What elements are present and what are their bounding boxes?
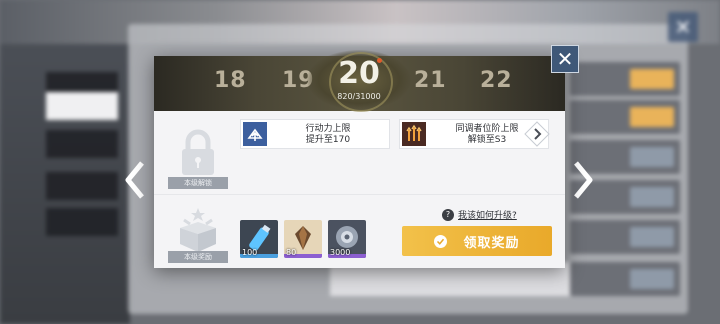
unlock-item-text: 行动力上限 提升至170 xyxy=(305,124,351,145)
check-icon xyxy=(434,234,448,248)
previous-level-arrow[interactable] xyxy=(124,160,146,200)
close-dialog-button[interactable]: ✕ xyxy=(551,45,579,73)
reward-item-chip[interactable]: 3000 xyxy=(328,220,366,258)
level-next-1: 21 xyxy=(414,68,447,93)
reward-item-energy[interactable]: 100 xyxy=(240,220,278,258)
current-level: 20 xyxy=(338,56,380,91)
reward-count: 3000 xyxy=(330,248,351,257)
background-menu-item xyxy=(46,92,118,120)
next-level-arrow[interactable] xyxy=(572,160,594,200)
current-level-emblem: 20 820/31000 xyxy=(307,50,411,112)
section-divider xyxy=(154,194,565,195)
unlock-section-label: 本级解锁 xyxy=(168,177,228,189)
background-card xyxy=(570,220,680,254)
background-card xyxy=(570,262,680,296)
background-menu-item xyxy=(46,172,118,200)
reward-count: 100 xyxy=(242,248,258,257)
current-level-exp: 820/31000 xyxy=(337,92,381,101)
background-card xyxy=(570,62,680,96)
how-to-level-up-text: 我该如何升级? xyxy=(458,211,517,221)
stamina-up-icon xyxy=(243,122,267,146)
reward-box-icon xyxy=(170,202,226,258)
chevron-left-icon xyxy=(125,161,144,199)
claim-reward-label: 领取奖励 xyxy=(463,235,520,251)
background-card xyxy=(570,100,680,134)
close-icon: ✕ xyxy=(556,47,574,71)
level-reward-dialog: 18 19 20 820/31000 21 22 本级解锁 行动力上限 提升至1… xyxy=(154,50,565,268)
unlock-item-stamina: 行动力上限 提升至170 xyxy=(240,119,390,149)
more-unlocks-chevron-icon[interactable] xyxy=(524,121,550,147)
background-close-icon: ✕ xyxy=(668,12,698,42)
level-next-2: 22 xyxy=(480,68,513,93)
help-icon: ? xyxy=(442,208,454,221)
level-prev-2: 18 xyxy=(214,68,247,93)
background-menu-item xyxy=(46,130,118,158)
reward-count: 80 xyxy=(286,248,297,257)
reward-item-crystal[interactable]: 80 xyxy=(284,220,322,258)
lock-icon xyxy=(170,124,226,180)
level-track: 18 19 20 820/31000 21 22 xyxy=(154,50,565,112)
chevron-right-icon xyxy=(574,161,593,199)
claim-reward-button[interactable]: 领取奖励 xyxy=(402,226,552,256)
how-to-level-up-link[interactable]: ? 我该如何升级? xyxy=(442,208,517,221)
background-menu-item xyxy=(46,208,118,236)
coordinator-rank-icon xyxy=(402,122,426,146)
reward-section-label: 本级奖励 xyxy=(168,251,228,263)
